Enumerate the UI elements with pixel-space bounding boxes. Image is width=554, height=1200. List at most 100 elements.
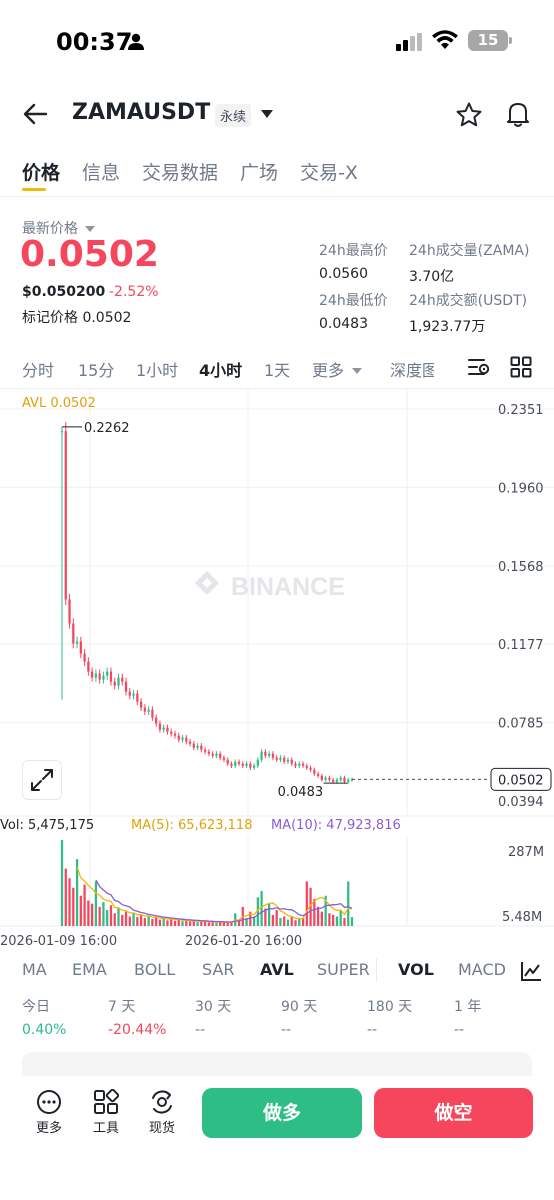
x-axis-label: 2026-01-09 16:00 <box>0 934 117 949</box>
interval-15m[interactable]: 15分 <box>78 357 114 381</box>
short-button[interactable]: 做空 <box>374 1088 533 1138</box>
perf-value: -20.44% <box>108 1022 167 1038</box>
candle-body <box>94 673 98 678</box>
more-button[interactable]: 更多 <box>29 1089 69 1136</box>
volume-bar <box>196 922 199 926</box>
interval-more-label: 更多 <box>312 361 345 380</box>
candle-body <box>290 759 293 764</box>
candle-body <box>166 727 169 732</box>
spot-label: 现货 <box>148 1121 175 1136</box>
tab-trading-data[interactable]: 交易数据 <box>142 158 218 185</box>
stat-24h-volume: 24h成交量(ZAMA) 3.70亿 <box>409 240 529 286</box>
volume-bar <box>128 916 131 926</box>
indicator-avl[interactable]: AVL <box>260 960 294 979</box>
volume-bar <box>275 910 278 926</box>
interval-1d[interactable]: 1天 <box>264 357 290 381</box>
stat-value: 3.70亿 <box>409 269 455 285</box>
candle-body <box>121 677 124 682</box>
indicator-sar[interactable]: SAR <box>202 960 235 979</box>
volume-bar <box>121 914 124 926</box>
volume-bar <box>162 918 165 926</box>
candle-body <box>271 753 275 758</box>
price-axis-label: 0.0785 <box>498 717 544 732</box>
stat-value: 0.0560 <box>319 266 368 282</box>
volume-bar <box>343 918 346 926</box>
price-axis-label: 0.2351 <box>498 403 544 418</box>
volume-bar <box>143 918 146 926</box>
tab-price[interactable]: 价格 <box>22 158 60 185</box>
candle-body <box>60 431 64 433</box>
interval-4h[interactable]: 4小时 <box>199 357 242 381</box>
interval-more[interactable]: 更多 <box>312 357 363 381</box>
candle-body <box>147 709 150 712</box>
candle-body <box>260 751 263 760</box>
stat-24h-low: 24h最低价 0.0483 <box>319 290 388 332</box>
perf-7d: 7 天 -20.44% <box>108 996 166 1038</box>
perf-value: 0.40% <box>22 1022 67 1038</box>
indicator-super[interactable]: SUPER <box>317 960 370 979</box>
perf-90d: 90 天 -- <box>281 996 317 1038</box>
indicator-macd[interactable]: MACD <box>458 960 510 979</box>
tab-info[interactable]: 信息 <box>82 158 120 185</box>
candle-body <box>158 723 162 730</box>
candle-body <box>339 777 342 780</box>
interval-1h[interactable]: 1小时 <box>136 357 178 381</box>
low-price-marker: 0.0483 <box>278 785 324 800</box>
volume-bar <box>271 914 275 926</box>
indicator-vol[interactable]: VOL <box>398 960 434 979</box>
tab-trade-x[interactable]: 交易-X <box>300 158 358 185</box>
volume-bar <box>305 881 308 926</box>
indicator-ema[interactable]: EMA <box>72 960 107 979</box>
ma10-label: MA(10): 47,923,816 <box>271 818 401 833</box>
perf-label: 今日 <box>22 999 50 1015</box>
volume-bar <box>290 917 293 926</box>
indicator-boll[interactable]: BOLL <box>134 960 175 979</box>
indicator-tabs: MA EMA BOLL SAR AVL SUPER VOL MACD <box>0 956 554 986</box>
caret-down-icon[interactable] <box>260 109 274 119</box>
candle-body <box>72 623 75 644</box>
interval-depth[interactable]: 深度图 <box>390 357 434 381</box>
candle-body <box>237 761 241 764</box>
indicator-separator <box>376 958 377 982</box>
volume-bar <box>113 913 116 926</box>
candle-body <box>316 773 320 776</box>
chart-grid <box>0 388 554 927</box>
indicator-settings-icon[interactable] <box>467 356 491 378</box>
candle-body <box>109 671 113 682</box>
candle-body <box>320 775 323 780</box>
long-button[interactable]: 做多 <box>202 1088 362 1138</box>
notification-bell-icon[interactable] <box>505 100 531 128</box>
spot-button[interactable]: 现货 <box>142 1089 182 1136</box>
favorite-star-icon[interactable] <box>455 101 483 129</box>
volume-bar <box>124 911 128 926</box>
volume-bar <box>79 895 82 926</box>
person-icon <box>128 33 144 50</box>
volume-axis-max: 287M <box>508 845 544 860</box>
grid-layout-icon[interactable] <box>510 356 532 378</box>
mark-price-value: 0.0502 <box>82 310 132 326</box>
volume-bar <box>147 916 150 926</box>
price-change-percent: -2.52% <box>109 284 159 300</box>
perf-value: -- <box>454 1022 465 1038</box>
volume-bar <box>350 917 354 926</box>
volume-bar <box>313 898 316 926</box>
stat-24h-high: 24h最高价 0.0560 <box>319 240 388 282</box>
tools-button[interactable]: 工具 <box>86 1089 126 1136</box>
symbol-title[interactable]: ZAMAUSDT <box>72 100 210 125</box>
candle-body <box>83 653 86 662</box>
candle-body <box>203 749 207 752</box>
interval-line[interactable]: 分时 <box>22 357 54 381</box>
candlestick-chart[interactable]: BINANCE AVL 0.0502 0.2351 0.1960 0.1568 0.1… <box>0 388 554 950</box>
signal-icon <box>396 33 422 51</box>
chart-line-icon[interactable] <box>520 960 542 982</box>
perf-today: 今日 0.40% <box>22 996 66 1038</box>
volume-bar <box>339 910 342 926</box>
indicator-ma[interactable]: MA <box>22 960 47 979</box>
spot-exchange-icon <box>152 1090 172 1114</box>
volume-bar <box>286 919 290 926</box>
back-arrow-icon[interactable] <box>22 102 48 126</box>
last-price: 0.0502 <box>20 234 159 275</box>
tab-square[interactable]: 广场 <box>240 158 278 185</box>
stat-value: 1,923.77万 <box>409 319 486 335</box>
fullscreen-expand-button[interactable] <box>22 760 62 800</box>
